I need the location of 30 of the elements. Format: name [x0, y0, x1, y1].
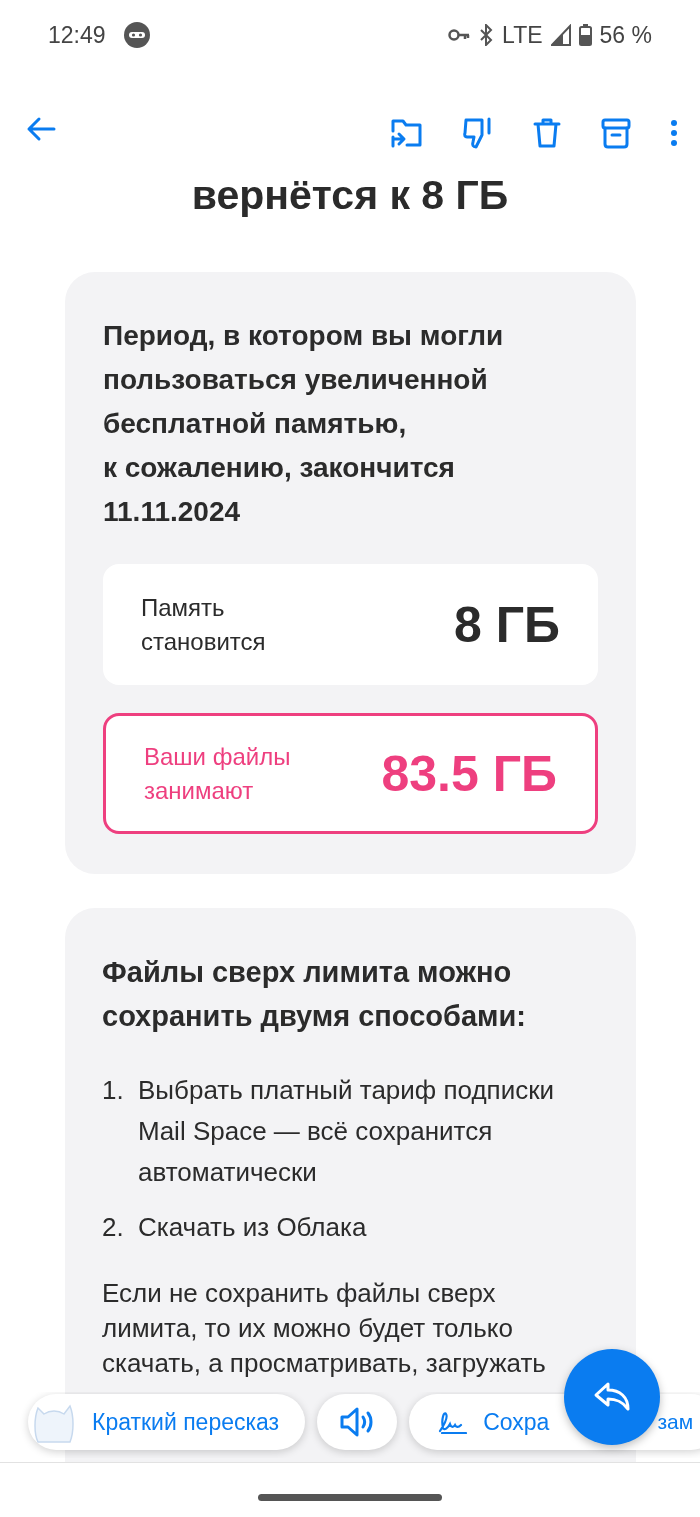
battery-icon: [578, 24, 592, 46]
network-type: LTE: [502, 21, 543, 49]
signature-icon: [437, 1410, 470, 1434]
move-to-folder-icon[interactable]: [390, 117, 424, 149]
thumbs-down-icon[interactable]: [462, 116, 494, 150]
stat-value: 8 ГБ: [454, 595, 560, 654]
list-number: 2.: [102, 1211, 125, 1244]
back-icon[interactable]: [26, 116, 56, 142]
signal-icon: [550, 24, 571, 46]
notice-text: Период, в котором вы могли пользоваться увеличенной бесплатной памятью, к сожалению, закончится 11.11.2024: [103, 319, 505, 529]
stat-value: 83.5 ГБ: [381, 744, 557, 803]
stat-label: Память становится: [141, 592, 267, 657]
summary-chip[interactable]: Краткий пересказ: [28, 1394, 306, 1450]
stat-label: Ваши файлы занимают: [144, 741, 292, 806]
clock: 12:49: [48, 21, 106, 49]
list-item-text: Выбрать платный тариф подписки Mail Space — всё сохранится автоматически: [138, 1074, 556, 1189]
battery-level: 56 %: [599, 21, 652, 49]
key-icon: [448, 28, 471, 42]
incognito-icon: [123, 22, 150, 48]
note-paragraph: Если не сохранить файлы сверх лимита, то их можно будет только скачать, а просматривать, загружать: [102, 1277, 547, 1380]
list-item-text: Скачать из Облака: [138, 1211, 367, 1244]
archive-icon[interactable]: [600, 117, 632, 149]
email-heading: вернётся к 8 ГБ: [190, 171, 510, 220]
reply-icon: [593, 1381, 631, 1413]
bluetooth-icon: [478, 24, 495, 46]
chip-label: зам: [657, 1410, 694, 1434]
more-icon[interactable]: [670, 119, 678, 147]
delete-icon[interactable]: [532, 117, 562, 149]
section-heading: Файлы сверх лимита можно сохранить двумя способами:: [102, 955, 527, 1034]
list-number: 1.: [102, 1074, 125, 1107]
